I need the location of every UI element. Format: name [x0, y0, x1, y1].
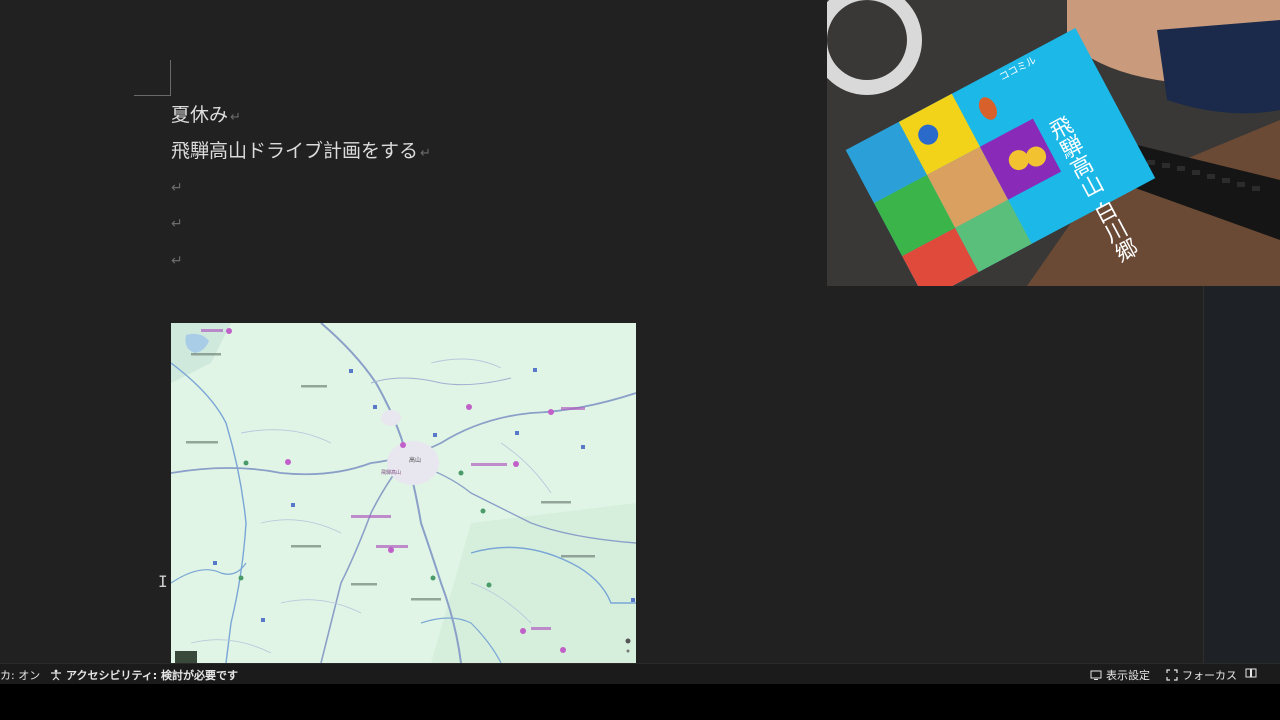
focus-button[interactable]: フォーカス [1166, 667, 1237, 683]
empty-paragraph-mark[interactable]: ↵ [171, 216, 183, 232]
status-left-fragment[interactable]: カ: オン [0, 667, 40, 683]
paragraph-text: 夏休み [171, 104, 229, 126]
focus-icon [1166, 669, 1178, 681]
read-mode-icon [1245, 668, 1257, 678]
paragraph-drive-plan[interactable]: 飛騨高山ドライブ計画をする ↵ [171, 139, 431, 166]
map-label-hida-takayama: 飛騨高山 [381, 470, 402, 476]
display-settings-icon [1090, 670, 1102, 680]
map-image[interactable]: 高山 飛騨高山 [171, 323, 636, 663]
status-left-label: カ: オン [0, 669, 41, 682]
right-side-pane [1203, 286, 1280, 663]
webcam-overlay: 飛騨高山 白川郷 ココミル [827, 0, 1280, 286]
accessibility-status[interactable]: アクセシビリティ: 検討が必要です [50, 667, 238, 683]
focus-label: フォーカス [1182, 669, 1237, 682]
paragraph-mark: ↵ [230, 110, 241, 125]
map-label-takayama: 高山 [409, 457, 422, 464]
display-settings-button[interactable]: 表示設定 [1090, 667, 1150, 683]
paragraph-summer-vacation[interactable]: 夏休み ↵ [171, 103, 241, 130]
display-settings-label: 表示設定 [1106, 669, 1150, 682]
read-mode-button[interactable] [1245, 667, 1261, 679]
text-cursor-ibeam: I [158, 572, 168, 591]
bottom-black-bar [0, 684, 1280, 720]
accessibility-icon [51, 669, 61, 681]
paragraph-text: 飛騨高山ドライブ計画をする [171, 140, 419, 162]
empty-paragraph-mark[interactable]: ↵ [171, 180, 183, 196]
page-corner-mark-horizontal [134, 95, 171, 96]
paragraph-mark: ↵ [420, 146, 431, 161]
page-corner-mark [170, 60, 171, 96]
status-bar: カ: オン アクセシビリティ: 検討が必要です 表示設定 フォーカス [0, 663, 1280, 684]
accessibility-label: アクセシビリティ: 検討が必要です [66, 669, 239, 682]
empty-paragraph-mark[interactable]: ↵ [171, 253, 183, 269]
